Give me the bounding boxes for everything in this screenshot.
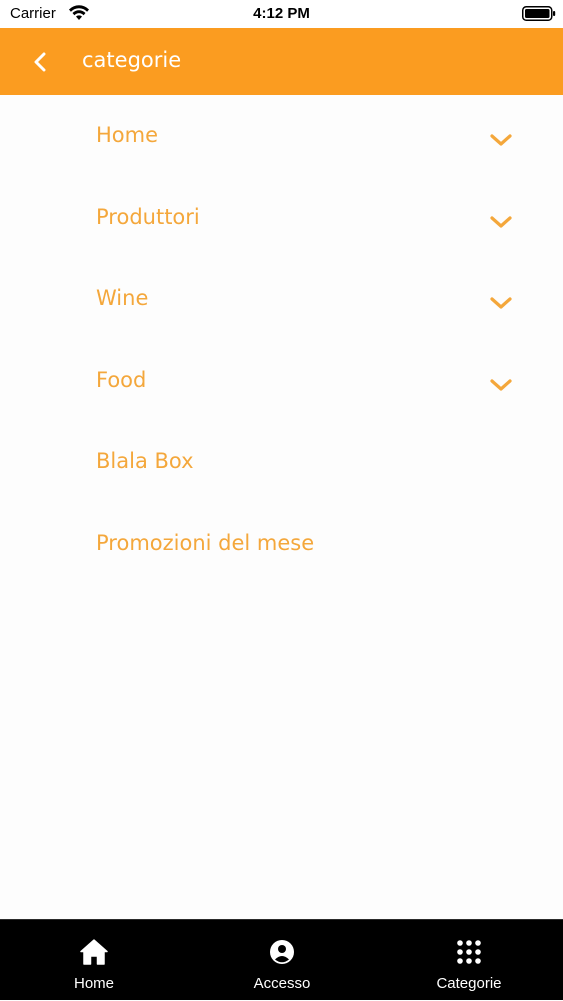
menu-item-label: Blala Box — [96, 449, 194, 473]
tab-accesso[interactable]: Accesso — [188, 920, 376, 1001]
status-time: 4:12 PM — [253, 5, 310, 22]
chevron-down-icon[interactable] — [488, 295, 514, 311]
status-bar: Carrier 4:12 PM — [0, 0, 563, 28]
tab-label: Home — [73, 975, 114, 992]
tab-bar: Home Accesso Categorie — [0, 919, 563, 1000]
tab-categorie[interactable]: Categorie — [375, 920, 563, 1001]
grid-dots-icon — [457, 940, 481, 964]
chevron-down-icon[interactable] — [488, 377, 514, 393]
chevron-left-icon — [34, 52, 46, 72]
battery-icon — [522, 6, 556, 21]
menu-item-wine[interactable]: Wine — [0, 258, 563, 340]
menu-item-home[interactable]: Home — [0, 95, 563, 177]
menu-item-blala-box[interactable]: Blala Box — [0, 421, 563, 503]
back-button[interactable] — [24, 44, 60, 80]
menu-item-food[interactable]: Food — [0, 340, 563, 422]
menu-item-label: Produttori — [96, 204, 200, 229]
category-menu: Home Produttori Wine Food Blala Box Prom… — [0, 95, 563, 584]
tab-label: Categorie — [436, 975, 502, 992]
app-header: categorie — [0, 28, 563, 95]
menu-item-label: Promozioni del mese — [96, 530, 315, 555]
chevron-down-icon[interactable] — [488, 132, 514, 148]
menu-item-promozioni[interactable]: Promozioni del mese — [0, 503, 563, 585]
home-icon — [80, 939, 108, 965]
menu-item-produttori[interactable]: Produttori — [0, 177, 563, 259]
page-title: categorie — [82, 48, 182, 72]
menu-item-label: Wine — [96, 286, 149, 310]
menu-item-label: Home — [96, 123, 159, 147]
user-circle-icon — [270, 940, 294, 964]
chevron-down-icon[interactable] — [488, 214, 514, 230]
menu-item-label: Food — [96, 367, 147, 392]
tab-home[interactable]: Home — [0, 920, 188, 1001]
tab-label: Accesso — [253, 975, 311, 992]
